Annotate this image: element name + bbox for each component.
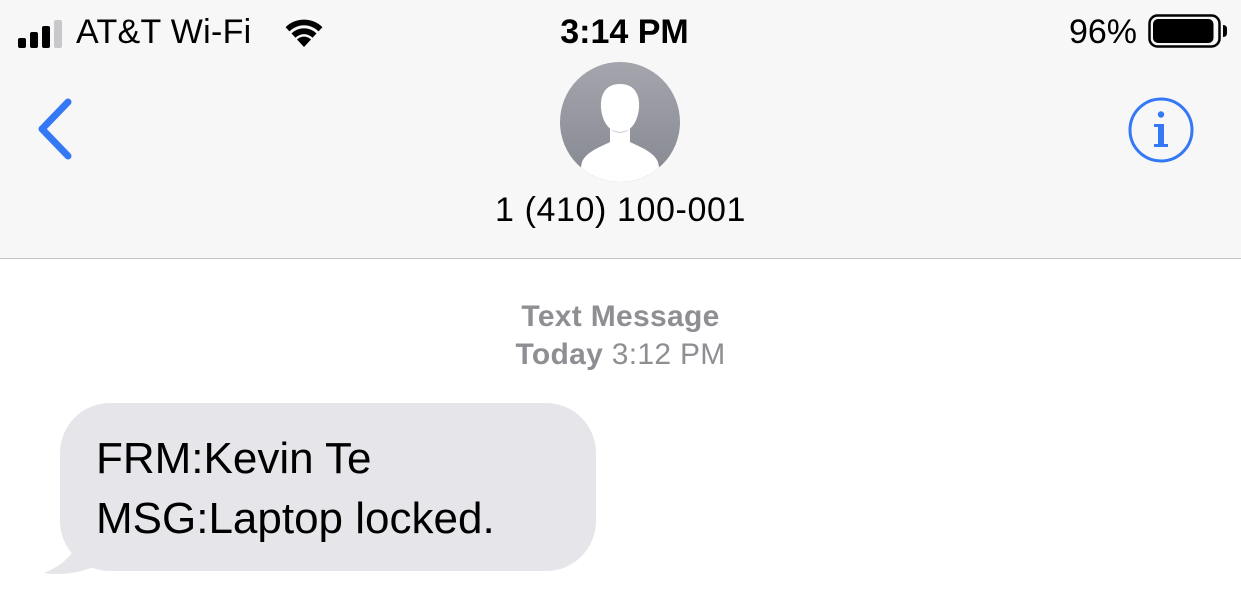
chevron-left-icon[interactable]	[30, 92, 80, 166]
timestamp-day: Today	[515, 338, 604, 371]
service-label: Text Message	[521, 300, 720, 333]
status-bar: AT&T Wi-Fi 3:14 PM 96%	[0, 0, 1241, 64]
conversation-header: AT&T Wi-Fi 3:14 PM 96% 1 (410) 100-001	[0, 0, 1241, 259]
messages-screen: AT&T Wi-Fi 3:14 PM 96% 1 (410) 100-001 T…	[0, 0, 1241, 594]
contact-avatar[interactable]	[560, 62, 680, 182]
incoming-message[interactable]: FRM:Kevin Te MSG:Laptop locked.	[40, 403, 600, 578]
timestamp-time: 3:12 PM	[611, 338, 726, 371]
battery-fill	[1153, 19, 1214, 43]
message-thread[interactable]: Text Message Today 3:12 PM FRM:Kevin Te …	[0, 259, 1241, 594]
message-bubble[interactable]: FRM:Kevin Te MSG:Laptop locked.	[60, 403, 596, 571]
info-circle-icon[interactable]	[1127, 96, 1195, 164]
battery-percentage: 96%	[1068, 13, 1137, 51]
status-time: 3:14 PM	[560, 13, 689, 51]
battery-icon	[1148, 14, 1227, 48]
message-line-body: MSG:Laptop locked.	[96, 494, 495, 543]
contact-name[interactable]: 1 (410) 100-001	[0, 188, 1241, 232]
message-line-sender: FRM:Kevin Te	[96, 434, 372, 483]
message-timestamp: Today 3:12 PM	[0, 336, 1241, 374]
